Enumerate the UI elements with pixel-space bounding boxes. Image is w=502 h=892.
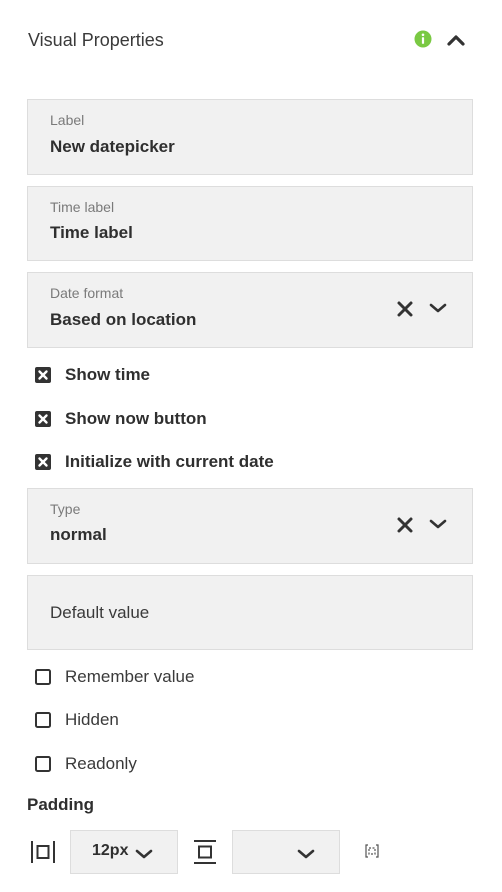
chevron-down-icon[interactable] [428, 517, 448, 531]
show-time-label: Show time [65, 365, 151, 384]
close-icon[interactable] [395, 299, 415, 319]
label-field-label: Label [50, 112, 85, 128]
checkbox-unchecked-icon[interactable] [35, 756, 51, 772]
section-title: Visual Properties [28, 30, 164, 50]
label-field-value[interactable]: New datepicker [50, 137, 175, 157]
info-icon[interactable] [414, 30, 432, 48]
checkbox-checked-icon[interactable] [35, 367, 51, 383]
checkbox-unchecked-icon[interactable] [35, 712, 51, 728]
hidden-label: Hidden [65, 710, 119, 729]
chevron-down-icon[interactable] [428, 301, 448, 315]
padding-horizontal-icon [31, 841, 55, 863]
checkbox-unchecked-icon[interactable] [35, 669, 51, 685]
close-icon[interactable] [395, 515, 415, 535]
default-value-placeholder: Default value [50, 603, 150, 622]
link-icon[interactable] [365, 844, 379, 858]
padding-horizontal-select[interactable]: 12px [70, 830, 178, 874]
chevron-down-icon[interactable] [134, 847, 154, 861]
padding-vertical-select[interactable] [232, 830, 340, 874]
padding-title: Padding [27, 795, 95, 814]
show-now-button-label: Show now button [65, 409, 207, 428]
time-label-field-value[interactable]: Time label [50, 223, 133, 243]
type-value: normal [50, 525, 107, 544]
date-format-label: Date format [50, 285, 124, 301]
initialize-current-date-label: Initialize with current date [65, 452, 274, 471]
time-label-field[interactable]: Time label Time label [27, 186, 473, 261]
type-label: Type [50, 501, 81, 517]
type-select[interactable]: Type normal [27, 488, 473, 564]
default-value-input[interactable]: Default value [27, 575, 473, 650]
checkbox-checked-icon[interactable] [35, 454, 51, 470]
visual-properties-header: Visual Properties [28, 28, 474, 52]
date-format-select[interactable]: Date format Based on location [27, 272, 473, 348]
checkbox-checked-icon[interactable] [35, 411, 51, 427]
remember-value-label: Remember value [65, 667, 195, 686]
label-field[interactable]: Label New datepicker [27, 99, 473, 175]
readonly-label: Readonly [65, 754, 137, 773]
chevron-up-icon[interactable] [446, 32, 466, 48]
chevron-down-icon[interactable] [296, 847, 316, 861]
date-format-value: Based on location [50, 310, 197, 329]
padding-horizontal-value: 12px [92, 842, 129, 859]
padding-vertical-icon [194, 840, 216, 864]
time-label-field-label: Time label [50, 199, 115, 215]
